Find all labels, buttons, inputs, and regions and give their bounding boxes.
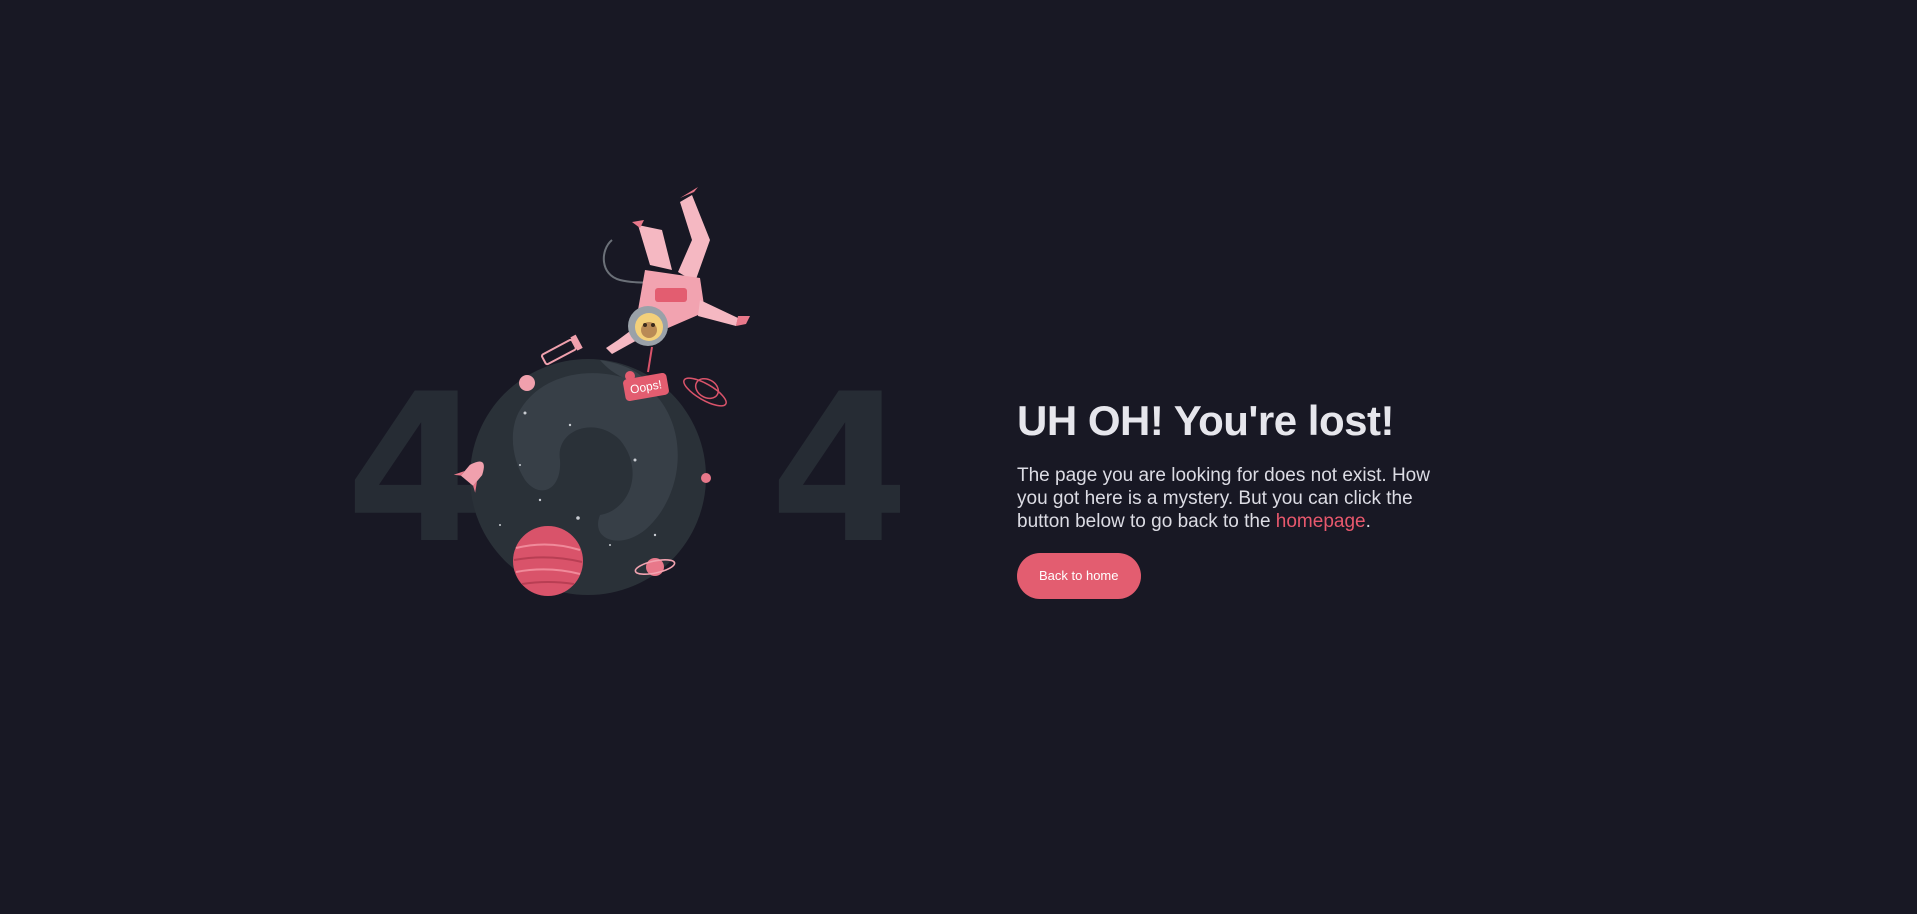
not-found-content: UH OH! You're lost! The page you are loo…: [1017, 397, 1457, 600]
illustration-svg: 4 4 Oops!: [346, 187, 900, 596]
page-title: UH OH! You're lost!: [1017, 397, 1394, 444]
moon-small-2: [701, 473, 711, 483]
astronaut: [606, 187, 750, 354]
page: 4 4 Oops! UH OH! You're lost! The page y…: [0, 0, 1917, 914]
description-end: .: [1365, 511, 1371, 533]
saturn-outline-icon: [683, 377, 727, 407]
digit-right-4: 4: [770, 351, 900, 589]
description: The page you are looking for does not ex…: [1017, 464, 1457, 533]
red-planet: [513, 526, 583, 596]
back-to-home-button[interactable]: Back to home: [1017, 553, 1141, 600]
homepage-link[interactable]: homepage: [1276, 511, 1366, 532]
astronaut-404-illustration: 4 4 Oops!: [300, 170, 900, 620]
moon-small-1: [519, 375, 535, 391]
